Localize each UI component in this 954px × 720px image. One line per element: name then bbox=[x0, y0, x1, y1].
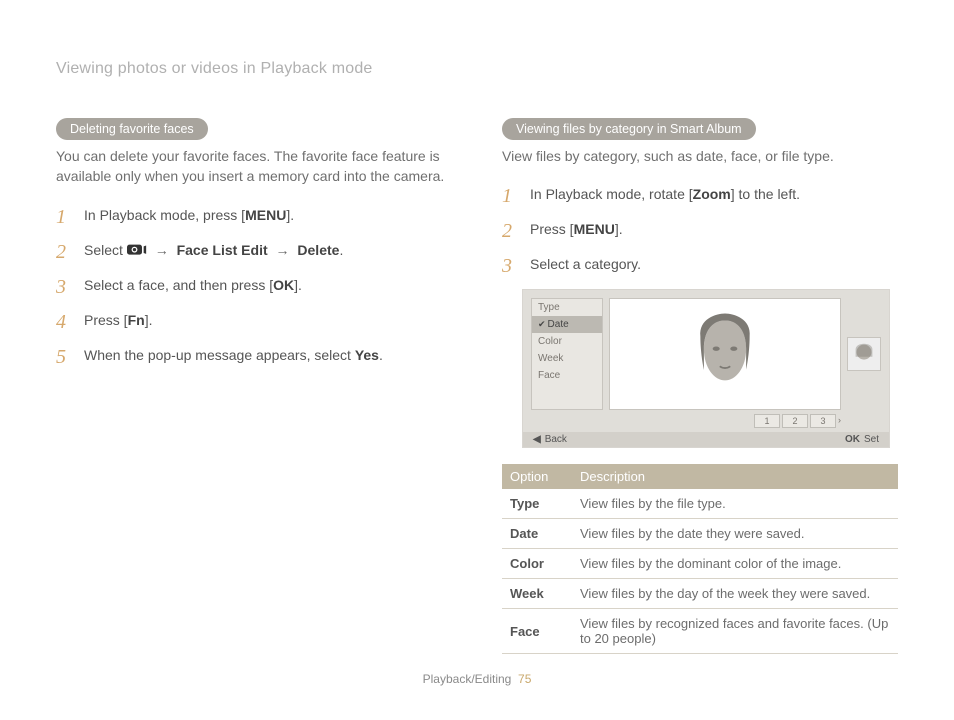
option-cell: Color bbox=[502, 549, 572, 579]
step-text: Select a category. bbox=[530, 256, 641, 272]
ok-label: OK bbox=[845, 434, 860, 445]
face-illustration-icon bbox=[633, 310, 817, 398]
arrow-icon: → bbox=[272, 242, 294, 258]
page-indicator: 1 bbox=[754, 414, 780, 428]
step-item: Select → Face List Edit → Delete. bbox=[56, 240, 452, 261]
running-header: Viewing photos or videos in Playback mod… bbox=[56, 60, 898, 78]
camera-settings-icon bbox=[127, 242, 147, 255]
step-text: . bbox=[339, 242, 343, 258]
page-indicator: 3 bbox=[810, 414, 836, 428]
illustration-bottom-bar: ◀ Back OK Set bbox=[523, 432, 889, 447]
zoom-button-label: Zoom bbox=[693, 186, 731, 202]
menu-item-date: Date bbox=[532, 316, 602, 333]
table-header-row: Option Description bbox=[502, 464, 898, 489]
menu-button-label: MENU bbox=[574, 221, 615, 237]
back-hint: ◀ Back bbox=[533, 434, 567, 445]
left-column: Deleting favorite faces You can delete y… bbox=[56, 118, 452, 654]
back-label: Back bbox=[545, 434, 567, 445]
illustration-body: Type Date Color Week Face bbox=[531, 298, 881, 410]
left-triangle-icon: ◀ bbox=[533, 434, 541, 445]
table-row: Face View files by recognized faces and … bbox=[502, 609, 898, 654]
step-text: Press [ bbox=[530, 221, 574, 237]
step-text: ]. bbox=[286, 207, 294, 223]
footer-section: Playback/Editing bbox=[423, 672, 512, 686]
menu-item-color: Color bbox=[532, 333, 602, 350]
step-item: In Playback mode, rotate [Zoom] to the l… bbox=[502, 184, 898, 205]
menu-item-face: Face bbox=[532, 367, 602, 384]
step-item: When the pop-up message appears, select … bbox=[56, 345, 452, 366]
page-footer: Playback/Editing 75 bbox=[0, 672, 954, 686]
option-cell: Type bbox=[502, 489, 572, 519]
options-table: Option Description Type View files by th… bbox=[502, 464, 898, 654]
table-row: Type View files by the file type. bbox=[502, 489, 898, 519]
table-row: Date View files by the date they were sa… bbox=[502, 519, 898, 549]
set-hint: OK Set bbox=[845, 434, 879, 445]
menu-item-week: Week bbox=[532, 350, 602, 367]
option-cell: Date bbox=[502, 519, 572, 549]
step-text: . bbox=[379, 347, 383, 363]
description-cell: View files by recognized faces and favor… bbox=[572, 609, 898, 654]
option-cell: Face bbox=[502, 609, 572, 654]
option-cell: Week bbox=[502, 579, 572, 609]
step-list: In Playback mode, rotate [Zoom] to the l… bbox=[502, 184, 898, 275]
section-heading-pill: Deleting favorite faces bbox=[56, 118, 208, 140]
step-item: In Playback mode, press [MENU]. bbox=[56, 205, 452, 226]
menu-path-item: Delete bbox=[297, 242, 339, 258]
description-cell: View files by the day of the week they w… bbox=[572, 579, 898, 609]
description-cell: View files by the date they were saved. bbox=[572, 519, 898, 549]
step-text: ]. bbox=[145, 312, 153, 328]
step-text: ] to the left. bbox=[731, 186, 800, 202]
table-row: Color View files by the dominant color o… bbox=[502, 549, 898, 579]
ok-button-label: OK bbox=[273, 277, 294, 293]
chevron-right-icon: › bbox=[838, 414, 841, 428]
category-menu: Type Date Color Week Face bbox=[531, 298, 603, 410]
step-text: Press [ bbox=[84, 312, 128, 328]
step-item: Select a face, and then press [OK]. bbox=[56, 275, 452, 296]
fn-button-label: Fn bbox=[128, 312, 145, 328]
section-heading-pill: Viewing files by category in Smart Album bbox=[502, 118, 756, 140]
preview-pane bbox=[609, 298, 841, 410]
step-text: Select bbox=[84, 242, 127, 258]
step-item: Press [MENU]. bbox=[502, 219, 898, 240]
set-label: Set bbox=[864, 434, 879, 445]
intro-paragraph: View files by category, such as date, fa… bbox=[502, 146, 898, 166]
col-header-option: Option bbox=[502, 464, 572, 489]
description-cell: View files by the file type. bbox=[572, 489, 898, 519]
step-item: Select a category. bbox=[502, 254, 898, 275]
step-text: In Playback mode, press [ bbox=[84, 207, 245, 223]
step-list: In Playback mode, press [MENU]. Select →… bbox=[56, 205, 452, 366]
description-cell: View files by the dominant color of the … bbox=[572, 549, 898, 579]
intro-paragraph: You can delete your favorite faces. The … bbox=[56, 146, 452, 187]
menu-item-type: Type bbox=[532, 299, 602, 316]
yes-label: Yes bbox=[355, 347, 379, 363]
step-text: Select a face, and then press [ bbox=[84, 277, 273, 293]
col-header-description: Description bbox=[572, 464, 898, 489]
page: Viewing photos or videos in Playback mod… bbox=[0, 0, 954, 684]
thumbnail bbox=[847, 337, 881, 371]
step-text: In Playback mode, rotate [ bbox=[530, 186, 693, 202]
step-text: When the pop-up message appears, select bbox=[84, 347, 355, 363]
right-column: Viewing files by category in Smart Album… bbox=[502, 118, 898, 654]
page-number: 75 bbox=[518, 672, 531, 686]
menu-path-item: Face List Edit bbox=[177, 242, 268, 258]
menu-button-label: MENU bbox=[245, 207, 286, 223]
step-text: ]. bbox=[615, 221, 623, 237]
two-column-layout: Deleting favorite faces You can delete y… bbox=[56, 118, 898, 654]
step-text: ]. bbox=[294, 277, 302, 293]
arrow-icon: → bbox=[151, 242, 173, 258]
camera-ui-illustration: Type Date Color Week Face bbox=[522, 289, 890, 448]
step-item: Press [Fn]. bbox=[56, 310, 452, 331]
page-indicator: 2 bbox=[782, 414, 808, 428]
face-thumb-icon bbox=[850, 340, 878, 368]
pager: 1 2 3 › bbox=[531, 414, 881, 428]
table-row: Week View files by the day of the week t… bbox=[502, 579, 898, 609]
